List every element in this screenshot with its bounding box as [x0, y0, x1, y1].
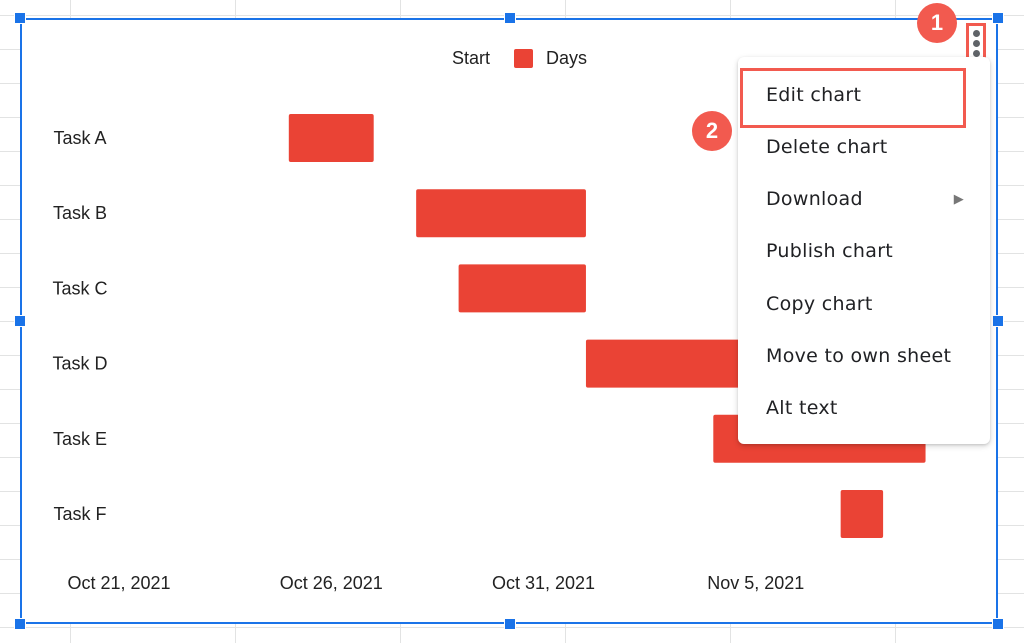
- callout-step-1: 1: [917, 3, 957, 43]
- task-label: Task A: [53, 128, 106, 148]
- more-vert-icon: [972, 39, 980, 47]
- gantt-bar[interactable]: [585, 339, 756, 388]
- menu-item-label: Download: [766, 188, 863, 210]
- task-label: Task F: [53, 504, 106, 524]
- chart-options-menu: Edit chart Delete chart Download ▶ Publi…: [738, 57, 990, 444]
- menu-item-move-to-own-sheet[interactable]: Move to own sheet: [738, 330, 990, 382]
- resize-handle-top[interactable]: [504, 12, 516, 24]
- resize-handle-bottom-left[interactable]: [14, 618, 26, 630]
- gantt-bar[interactable]: [288, 114, 374, 162]
- more-vert-icon: [972, 49, 980, 57]
- task-label: Task D: [52, 354, 107, 374]
- gantt-bar[interactable]: [840, 490, 884, 538]
- menu-item-edit-chart[interactable]: Edit chart: [738, 69, 990, 121]
- gantt-bar[interactable]: [458, 264, 586, 313]
- menu-item-delete-chart[interactable]: Delete chart: [738, 121, 990, 173]
- resize-handle-bottom[interactable]: [504, 618, 516, 630]
- callout-step-2: 2: [692, 111, 732, 151]
- resize-handle-top-left[interactable]: [14, 12, 26, 24]
- gantt-bar[interactable]: [416, 189, 586, 238]
- menu-item-download[interactable]: Download ▶: [738, 173, 990, 225]
- menu-item-alt-text[interactable]: Alt text: [738, 382, 990, 434]
- menu-item-label: Move to own sheet: [766, 345, 952, 367]
- x-tick-label: Oct 21, 2021: [67, 573, 170, 593]
- menu-item-label: Alt text: [766, 397, 838, 419]
- menu-item-label: Delete chart: [766, 136, 888, 158]
- x-tick-label: Oct 31, 2021: [492, 573, 595, 593]
- menu-item-label: Copy chart: [766, 293, 873, 315]
- menu-item-label: Publish chart: [766, 240, 894, 262]
- submenu-arrow-icon: ▶: [953, 191, 964, 207]
- more-vert-icon: [972, 29, 980, 37]
- menu-item-publish-chart[interactable]: Publish chart: [738, 225, 990, 277]
- x-tick-label: Nov 5, 2021: [707, 573, 804, 593]
- task-label: Task E: [53, 429, 107, 449]
- task-label: Task C: [52, 278, 107, 298]
- resize-handle-right[interactable]: [992, 315, 1004, 327]
- resize-handle-left[interactable]: [14, 315, 26, 327]
- task-label: Task B: [53, 203, 107, 223]
- menu-item-label: Edit chart: [766, 84, 862, 106]
- menu-item-copy-chart[interactable]: Copy chart: [738, 278, 990, 330]
- resize-handle-top-right[interactable]: [992, 12, 1004, 24]
- resize-handle-bottom-right[interactable]: [992, 618, 1004, 630]
- x-tick-label: Oct 26, 2021: [280, 573, 383, 593]
